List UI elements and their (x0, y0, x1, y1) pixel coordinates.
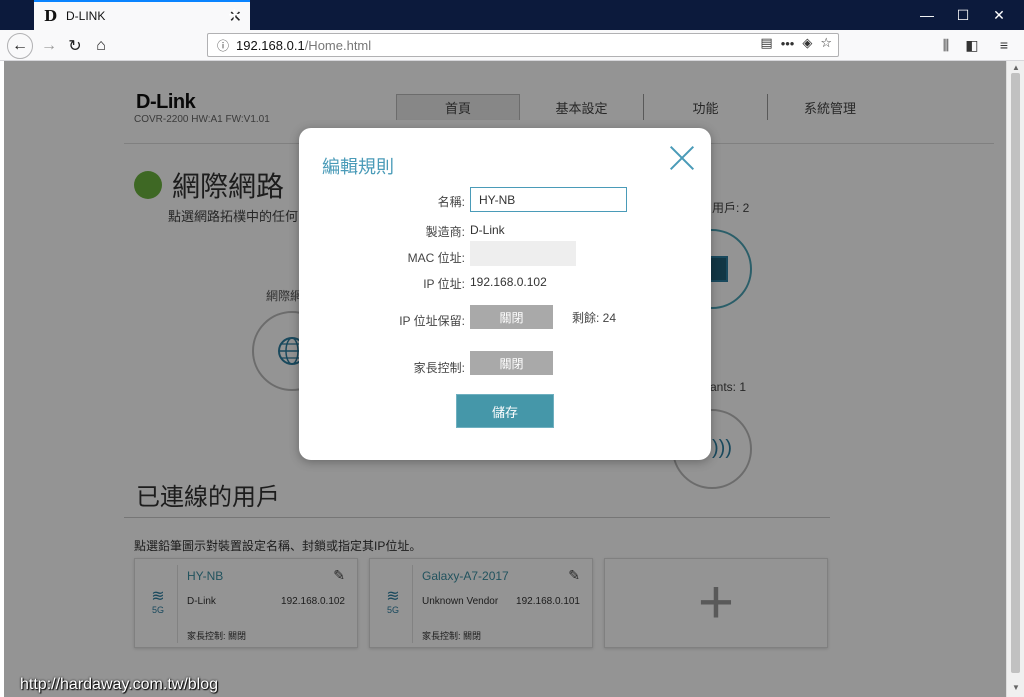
save-button[interactable]: 儲存 (456, 394, 554, 428)
ip-reserve-label: IP 位址保留: (399, 314, 465, 328)
remaining-count: 剩餘: 24 (572, 311, 617, 325)
back-icon[interactable]: ← (7, 33, 33, 59)
reload-icon[interactable]: ↻ (62, 33, 88, 59)
menu-icon[interactable]: ≡ (992, 33, 1016, 57)
scroll-thumb[interactable] (1011, 73, 1020, 673)
url-bar[interactable]: ⓘ 192.168.0.1/Home.html ▤ ••• ◈ ☆ (207, 33, 839, 57)
page-actions-icon[interactable]: ••• (781, 36, 795, 51)
edit-rule-dialog: 編輯規則 名稱: 製造商: D-Link MAC 位址: IP 位址: 192.… (299, 128, 711, 460)
pocket-icon[interactable]: ◈ (802, 35, 812, 51)
scroll-up-icon[interactable]: ▲ (1010, 63, 1022, 73)
browser-tab[interactable]: D D-LINK ✕ (34, 0, 250, 30)
scroll-down-icon[interactable]: ▼ (1010, 683, 1022, 693)
close-icon[interactable] (669, 145, 695, 171)
sidebar-icon[interactable]: ◧ (960, 33, 984, 57)
navigation-toolbar: ← → ↻ ⌂ ⓘ 192.168.0.1/Home.html ▤ ••• ◈ … (0, 30, 1024, 61)
url-text[interactable]: 192.168.0.1/Home.html (236, 38, 371, 53)
ip-label: IP 位址: (423, 277, 465, 291)
dialog-title: 編輯規則 (322, 157, 394, 177)
vendor-value: D-Link (470, 223, 505, 237)
close-window-icon[interactable]: ✕ (976, 0, 1022, 30)
site-info-icon[interactable]: ⓘ (212, 37, 234, 54)
page-scrollbar[interactable]: ▲ ▼ (1006, 61, 1024, 697)
reader-view-icon[interactable]: ▤ (760, 35, 772, 51)
ip-reserve-toggle[interactable]: 關閉 (470, 305, 553, 329)
vendor-label: 製造商: (425, 225, 465, 239)
forward-icon[interactable]: → (36, 33, 62, 59)
parental-label: 家長控制: (413, 361, 465, 375)
parental-toggle[interactable]: 關閉 (470, 351, 553, 375)
new-tab-icon[interactable]: + (228, 2, 241, 28)
tab-strip: D D-LINK ✕ + — ☐ ✕ (0, 0, 1024, 30)
library-icon[interactable]: ⫼ (934, 33, 958, 57)
bookmark-star-icon[interactable]: ☆ (820, 35, 832, 51)
mac-value-redacted (470, 241, 576, 266)
dlink-favicon-icon: D (44, 7, 58, 25)
tab-title: D-LINK (66, 9, 106, 23)
name-input[interactable] (470, 187, 627, 212)
ip-value: 192.168.0.102 (470, 275, 547, 289)
watermark-url: http://hardaway.com.tw/blog (20, 676, 219, 693)
home-icon[interactable]: ⌂ (88, 33, 114, 59)
router-page: D-Link COVR-2200 HW:A1 FW:V1.01 首頁 基本設定 … (4, 61, 1006, 697)
name-label: 名稱: (437, 195, 465, 209)
mac-label: MAC 位址: (407, 251, 465, 265)
